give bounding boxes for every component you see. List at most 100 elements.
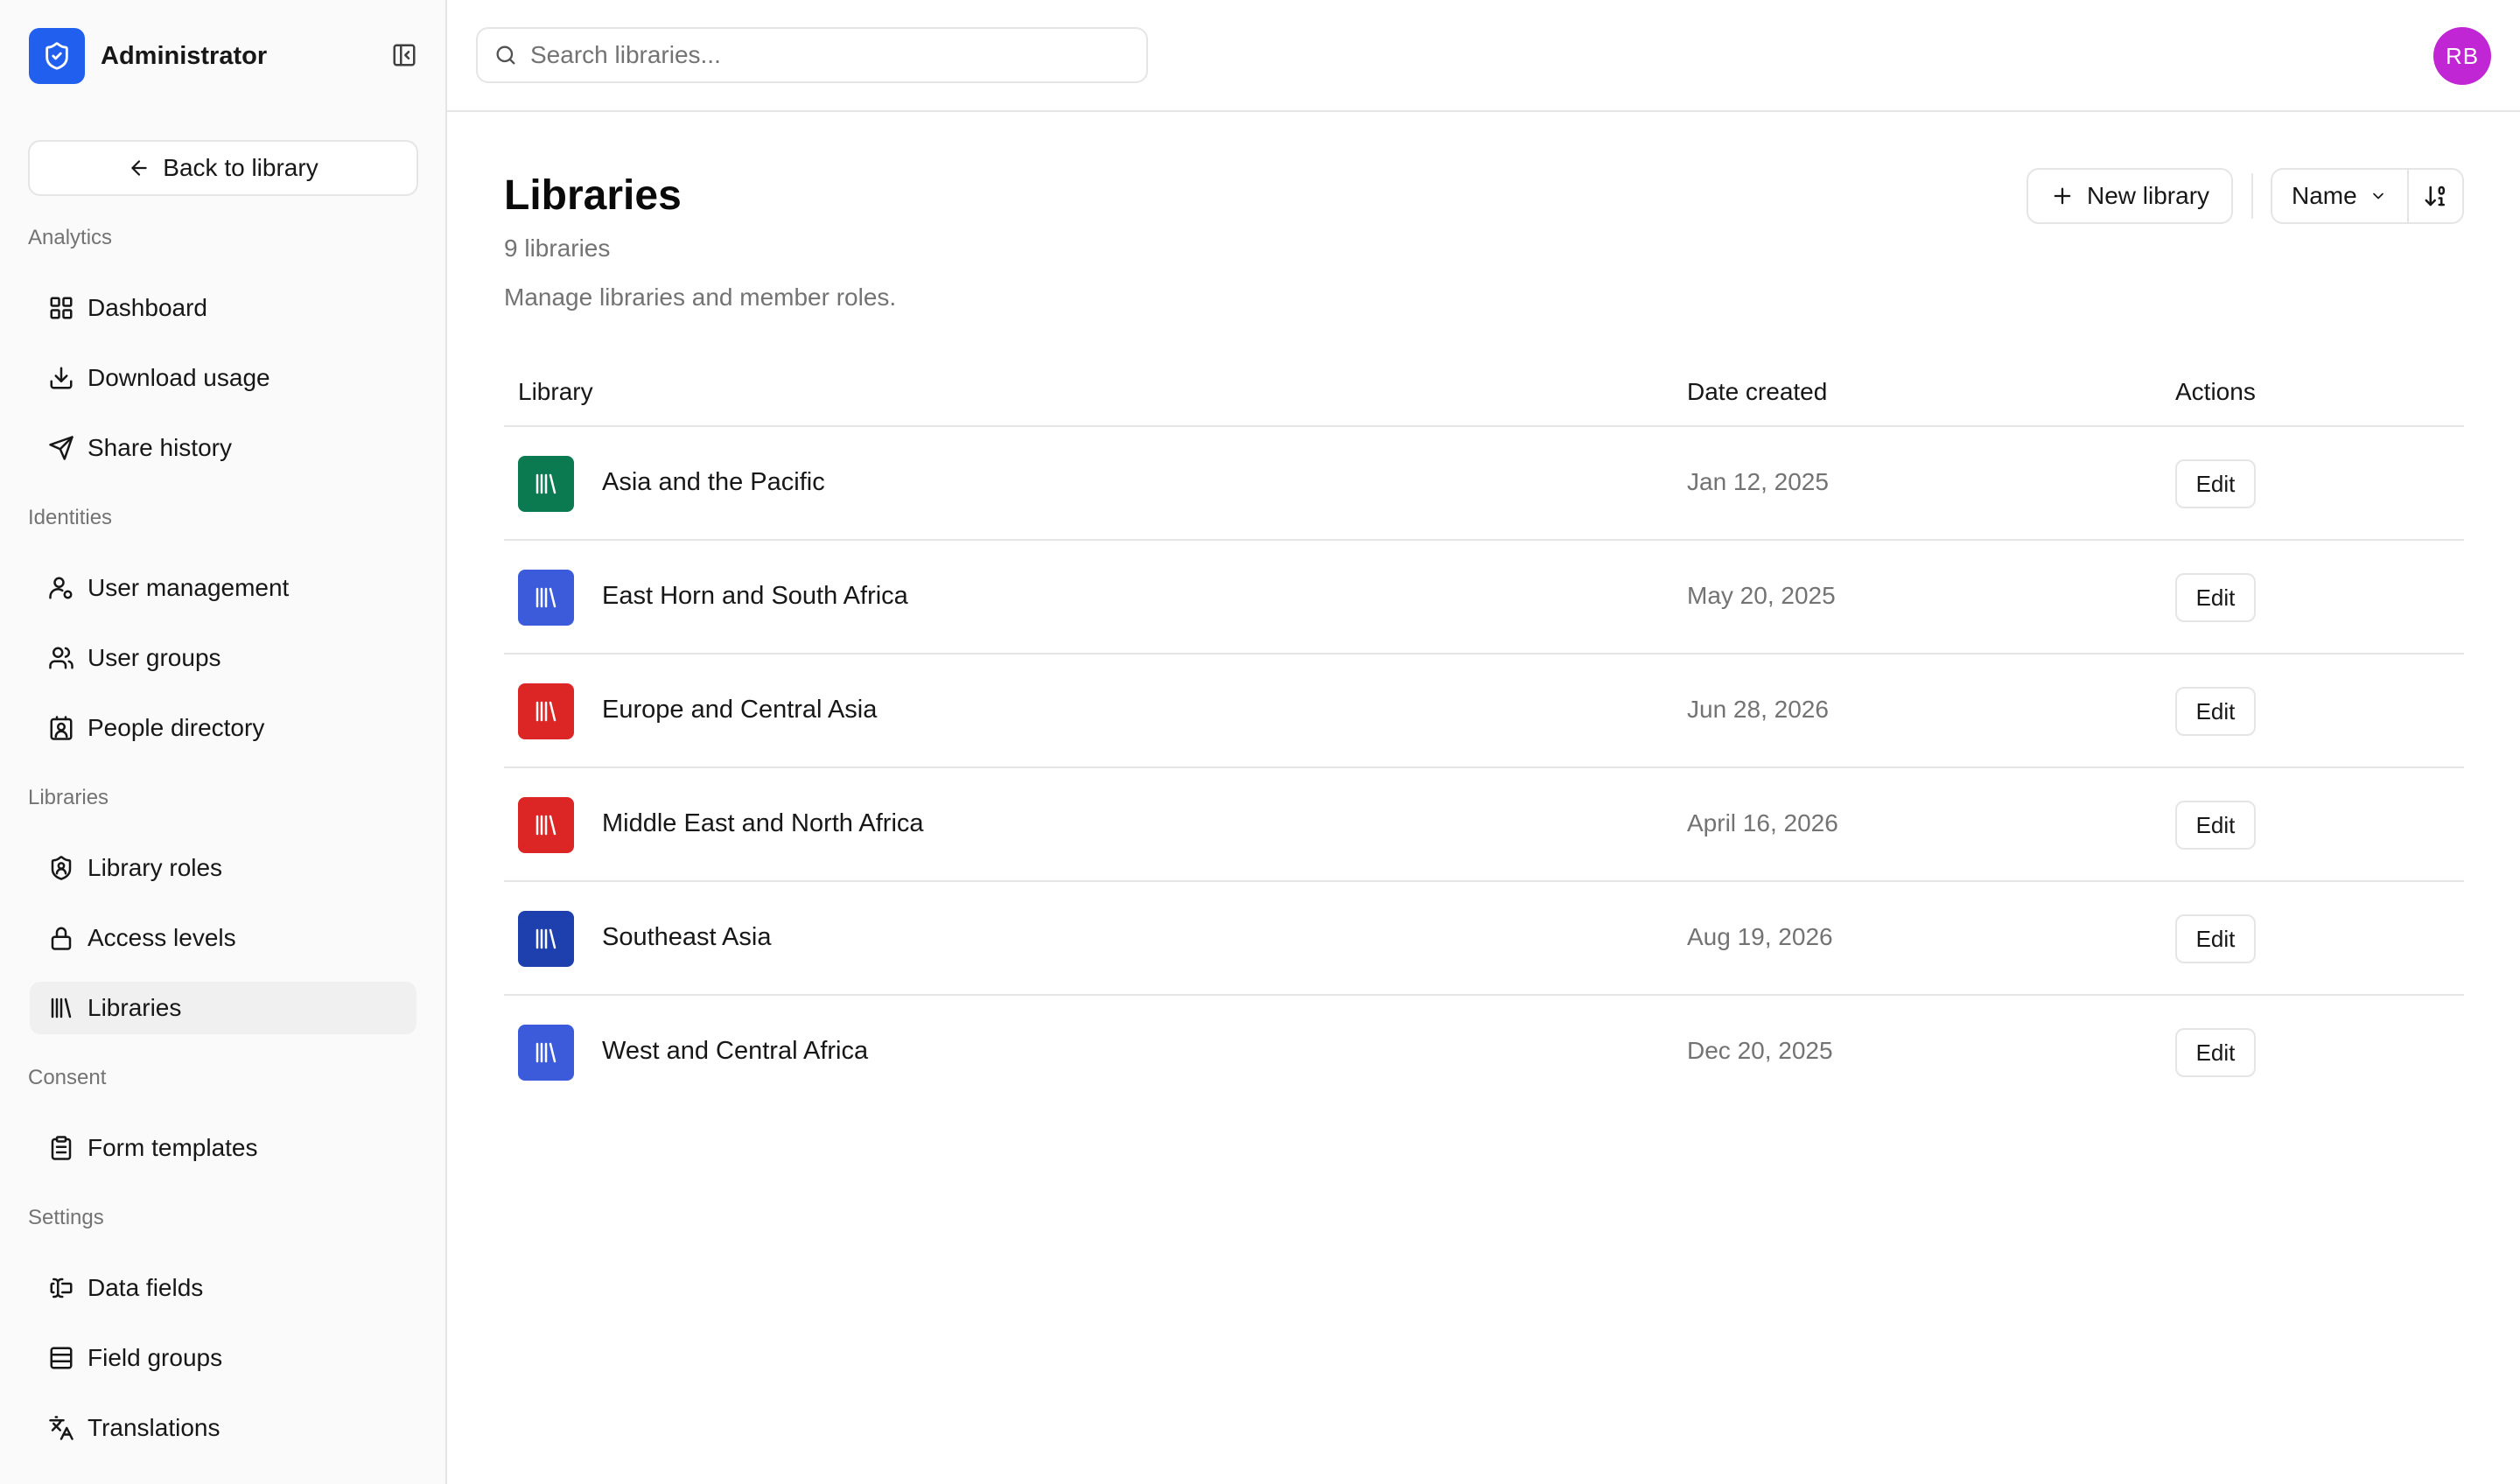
plus-icon [2050, 184, 2075, 208]
shield-user-icon [47, 854, 75, 882]
sidebar-item-label: Access levels [88, 924, 236, 951]
sidebar-item-user-groups[interactable]: User groups [30, 632, 416, 684]
library-name: Europe and Central Asia [602, 696, 878, 724]
sort-field-select[interactable]: Name [2272, 170, 2409, 222]
library-icon [518, 797, 574, 853]
sidebar-item-label: Dashboard [88, 294, 207, 321]
users-icon [47, 644, 75, 672]
column-header-actions: Actions [2175, 378, 2256, 405]
library-icon [518, 456, 574, 512]
date-created: Aug 19, 2026 [1687, 923, 1833, 950]
search-input[interactable] [530, 41, 1108, 69]
table-row: Asia and the Pacific Jan 12, 2025 Edit [504, 427, 2464, 541]
libraries-table: Library Date created Actions Asia and th… [504, 362, 2464, 1110]
top-bar: RB [447, 0, 2520, 112]
text-cursor-input-icon [47, 1274, 75, 1302]
date-created: April 16, 2026 [1687, 809, 1838, 836]
sidebar-item-label: Download usage [88, 364, 270, 391]
sidebar-item-people-directory[interactable]: People directory [30, 702, 416, 754]
library-icon [518, 1025, 574, 1081]
library-name: Southeast Asia [602, 923, 772, 951]
shield-logo-icon [29, 28, 85, 84]
languages-icon [47, 1414, 75, 1442]
column-header-library: Library [518, 378, 593, 405]
table-row: East Horn and South Africa May 20, 2025 … [504, 541, 2464, 654]
library-count: 9 libraries [504, 234, 611, 262]
table-header: Library Date created Actions [504, 362, 2464, 427]
back-to-library-label: Back to library [163, 154, 318, 181]
sidebar-toggle-icon[interactable] [389, 40, 419, 70]
table-row: West and Central Africa Dec 20, 2025 Edi… [504, 996, 2464, 1110]
sort-ascending-icon [2423, 183, 2449, 209]
library-icon [518, 683, 574, 739]
sidebar-item-share-history[interactable]: Share history [30, 422, 416, 474]
library-icon [518, 911, 574, 967]
chevron-down-icon [2370, 187, 2387, 205]
search-box[interactable] [476, 27, 1148, 83]
edit-button[interactable]: Edit [2175, 459, 2256, 508]
sort-direction-button[interactable] [2409, 170, 2462, 222]
edit-button[interactable]: Edit [2175, 573, 2256, 622]
library-icon [47, 994, 75, 1022]
sidebar-item-translations[interactable]: Translations [30, 1402, 416, 1454]
date-created: Jun 28, 2026 [1687, 696, 1829, 723]
table-row: Southeast Asia Aug 19, 2026 Edit [504, 882, 2464, 996]
sidebar-item-label: Libraries [88, 994, 182, 1021]
sort-control: Name [2271, 168, 2464, 224]
dashboard-icon [47, 294, 75, 322]
date-created: Jan 12, 2025 [1687, 468, 1829, 495]
section-label-libraries: Libraries [28, 786, 109, 809]
section-label-settings: Settings [28, 1206, 104, 1229]
sidebar-item-label: Form templates [88, 1134, 258, 1161]
contact-icon [47, 714, 75, 742]
sidebar-item-label: User management [88, 574, 290, 601]
sidebar-item-form-templates[interactable]: Form templates [30, 1122, 416, 1174]
sidebar-item-library-roles[interactable]: Library roles [30, 842, 416, 894]
send-icon [47, 434, 75, 462]
page-description: Manage libraries and member roles. [504, 284, 897, 311]
rows-icon [47, 1344, 75, 1372]
sidebar-item-label: Field groups [88, 1344, 223, 1371]
download-icon [47, 364, 75, 392]
sidebar-item-download-usage[interactable]: Download usage [30, 352, 416, 404]
sidebar-item-data-fields[interactable]: Data fields [30, 1262, 416, 1314]
arrow-left-icon [128, 157, 150, 179]
section-label-consent: Consent [28, 1066, 107, 1089]
clipboard-icon [47, 1134, 75, 1162]
column-header-date-created: Date created [1687, 378, 1828, 405]
search-icon [494, 43, 518, 67]
sidebar-item-label: User groups [88, 644, 221, 671]
sidebar-item-label: People directory [88, 714, 265, 741]
sidebar-item-label: Library roles [88, 854, 223, 881]
sidebar-item-label: Translations [88, 1414, 220, 1441]
edit-button[interactable]: Edit [2175, 801, 2256, 850]
new-library-button[interactable]: New library [2026, 168, 2233, 224]
table-row: Europe and Central Asia Jun 28, 2026 Edi… [504, 654, 2464, 768]
sidebar-item-label: Data fields [88, 1274, 204, 1301]
table-body: Asia and the Pacific Jan 12, 2025 Edit E… [504, 427, 2464, 1110]
sidebar: Administrator Back to library Analytics … [0, 0, 447, 1484]
library-name: West and Central Africa [602, 1037, 869, 1065]
toolbar-divider [2251, 173, 2253, 219]
brand-name: Administrator [101, 41, 268, 70]
brand: Administrator [29, 27, 267, 85]
section-label-identities: Identities [28, 506, 113, 529]
sidebar-item-dashboard[interactable]: Dashboard [30, 282, 416, 334]
user-avatar[interactable]: RB [2433, 27, 2491, 85]
back-to-library-button[interactable]: Back to library [28, 140, 418, 196]
table-row: Middle East and North Africa April 16, 2… [504, 768, 2464, 882]
library-name: Middle East and North Africa [602, 809, 924, 837]
edit-button[interactable]: Edit [2175, 914, 2256, 963]
page-title: Libraries [504, 172, 682, 219]
date-created: May 20, 2025 [1687, 582, 1836, 609]
sidebar-item-field-groups[interactable]: Field groups [30, 1332, 416, 1384]
sidebar-item-label: Share history [88, 434, 232, 461]
sidebar-item-libraries[interactable]: Libraries [30, 982, 416, 1034]
edit-button[interactable]: Edit [2175, 687, 2256, 736]
sidebar-item-user-management[interactable]: User management [30, 562, 416, 614]
edit-button[interactable]: Edit [2175, 1028, 2256, 1077]
sort-field-label: Name [2292, 182, 2357, 209]
sidebar-item-access-levels[interactable]: Access levels [30, 912, 416, 964]
library-name: Asia and the Pacific [602, 468, 825, 496]
library-name: East Horn and South Africa [602, 582, 908, 610]
